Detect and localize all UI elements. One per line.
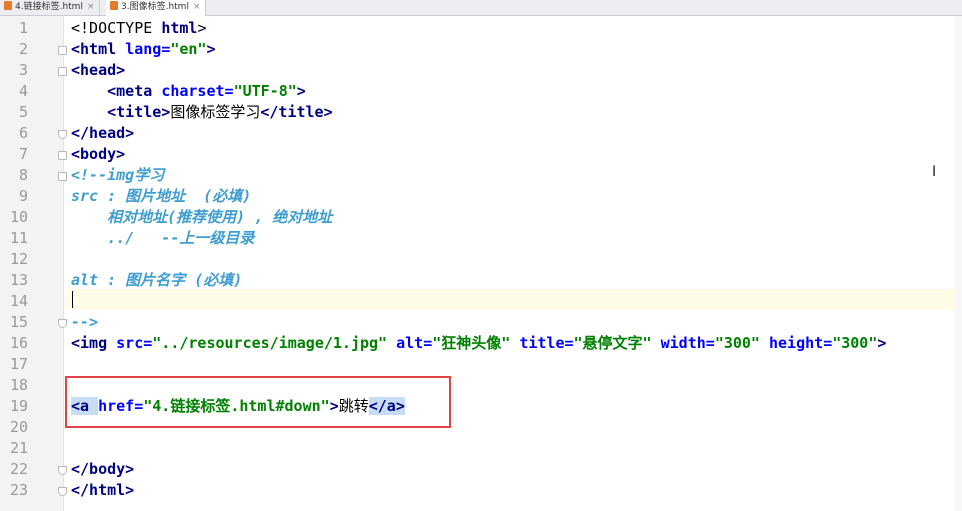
- tab-image-html[interactable]: 3.图像标签.html ×: [106, 0, 206, 16]
- tag-html-open: <html: [71, 40, 126, 58]
- value-charset: "UTF-8": [233, 82, 297, 100]
- code-line-9[interactable]: src : 图片地址 (必填): [71, 186, 251, 207]
- line-number: 4: [18, 82, 28, 100]
- tag-body-close: </body>: [71, 460, 135, 478]
- line-number: 5: [18, 103, 28, 121]
- line-number: 2: [18, 40, 28, 58]
- tag-body-open: <body>: [71, 145, 126, 163]
- attr-lang: lang: [125, 40, 162, 58]
- code-line-5[interactable]: <title>图像标签学习</title>: [71, 102, 333, 123]
- attr-width: width: [660, 334, 706, 352]
- tag-close: >: [296, 82, 306, 100]
- line-number: 1: [18, 19, 28, 37]
- tag-title-open: <title>: [107, 103, 171, 121]
- attr-height: height: [769, 334, 824, 352]
- line-number: 16: [9, 334, 28, 352]
- fold-end-icon[interactable]: [58, 466, 67, 475]
- code-line-2[interactable]: <html lang="en">: [71, 39, 216, 60]
- close-icon[interactable]: ×: [87, 2, 95, 12]
- attr-src: src: [116, 334, 144, 352]
- line-number: 10: [9, 208, 28, 226]
- fold-end-icon[interactable]: [58, 319, 67, 328]
- line-number: 11: [9, 229, 28, 247]
- line-number: 22: [9, 460, 28, 478]
- code-line-13[interactable]: alt : 图片名字 (必填): [71, 270, 242, 291]
- line-number: 14: [9, 292, 28, 310]
- code-line-8[interactable]: <!--img学习: [71, 165, 164, 186]
- tag-html-close: </html>: [71, 481, 135, 499]
- html-file-icon: [4, 1, 12, 10]
- tab-bar: 4.链接标签.html × 3.图像标签.html ×: [0, 0, 962, 16]
- fold-marker-icon[interactable]: [58, 46, 67, 55]
- line-number: 20: [9, 418, 28, 436]
- line-number: 17: [9, 355, 28, 373]
- value-lang: "en": [170, 40, 207, 58]
- doctype-close: >: [197, 19, 207, 37]
- line-number: 18: [9, 376, 28, 394]
- tab-link-html[interactable]: 4.链接标签.html ×: [0, 0, 100, 16]
- tab-label: 4.链接标签.html: [15, 2, 83, 12]
- vertical-scrollbar[interactable]: [955, 16, 962, 511]
- fold-end-icon[interactable]: [58, 487, 67, 496]
- html-file-icon: [110, 1, 118, 10]
- code-line-23[interactable]: </html>: [71, 480, 134, 501]
- code-line-15[interactable]: -->: [71, 312, 98, 333]
- doctype-html: html: [161, 19, 198, 37]
- mouse-ibeam-cursor-icon: I: [932, 164, 937, 180]
- fold-end-icon[interactable]: [58, 130, 67, 139]
- code-line-22[interactable]: </body>: [71, 459, 134, 480]
- value-title: "悬停文字": [573, 334, 652, 352]
- attr-eq: =: [224, 82, 234, 100]
- code-line-4[interactable]: <meta charset="UTF-8">: [71, 81, 306, 102]
- tag-title-close: </title>: [260, 103, 333, 121]
- annotation-highlight-box: [65, 376, 451, 428]
- attr-eq: =: [161, 40, 171, 58]
- tab-label: 3.图像标签.html: [121, 2, 189, 12]
- tag-close: >: [877, 334, 887, 352]
- current-line-highlight: [65, 289, 962, 310]
- close-icon[interactable]: ×: [193, 2, 201, 12]
- tag-head-open: <head>: [71, 61, 126, 79]
- line-number: 3: [18, 61, 28, 79]
- attr-charset: charset: [161, 82, 225, 100]
- doctype-open: <!DOCTYPE: [71, 19, 162, 37]
- code-editor[interactable]: 1 2 3 4 5 6 7 8 9 10 11 12 13 14 15 16 1…: [0, 16, 962, 511]
- code-line-10[interactable]: 相对地址(推荐使用) , 绝对地址: [71, 207, 332, 228]
- code-line-11[interactable]: ../ --上一级目录: [71, 228, 254, 249]
- line-number: 23: [9, 481, 28, 499]
- line-number: 12: [9, 250, 28, 268]
- attr-title: title: [519, 334, 565, 352]
- text-cursor: [72, 291, 73, 308]
- tag-head-close: </head>: [71, 124, 135, 142]
- fold-marker-icon[interactable]: [58, 151, 67, 160]
- code-line-3[interactable]: <head>: [71, 60, 125, 81]
- fold-marker-icon[interactable]: [58, 67, 67, 76]
- code-line-7[interactable]: <body>: [71, 144, 125, 165]
- attr-alt: alt: [396, 334, 424, 352]
- tag-img-open: <img: [71, 334, 117, 352]
- code-line-1[interactable]: <!DOCTYPE html>: [71, 18, 206, 39]
- fold-marker-icon[interactable]: [58, 172, 67, 181]
- tag-close: >: [206, 40, 216, 58]
- tag-meta-open: <meta: [107, 82, 162, 100]
- line-number: 21: [9, 439, 28, 457]
- line-number: 15: [9, 313, 28, 331]
- line-number: 6: [18, 124, 28, 142]
- line-number: 19: [9, 397, 28, 415]
- value-alt: "狂神头像": [432, 334, 511, 352]
- value-height: "300": [832, 334, 878, 352]
- code-line-6[interactable]: </head>: [71, 123, 134, 144]
- value-src: "../resources/image/1.jpg": [152, 334, 388, 352]
- value-width: "300": [714, 334, 760, 352]
- code-line-16[interactable]: <img src="../resources/image/1.jpg" alt=…: [71, 333, 886, 354]
- line-number: 8: [18, 166, 28, 184]
- line-number: 13: [9, 271, 28, 289]
- title-text: 图像标签学习: [170, 103, 261, 121]
- line-number: 7: [18, 145, 28, 163]
- line-number: 9: [18, 187, 28, 205]
